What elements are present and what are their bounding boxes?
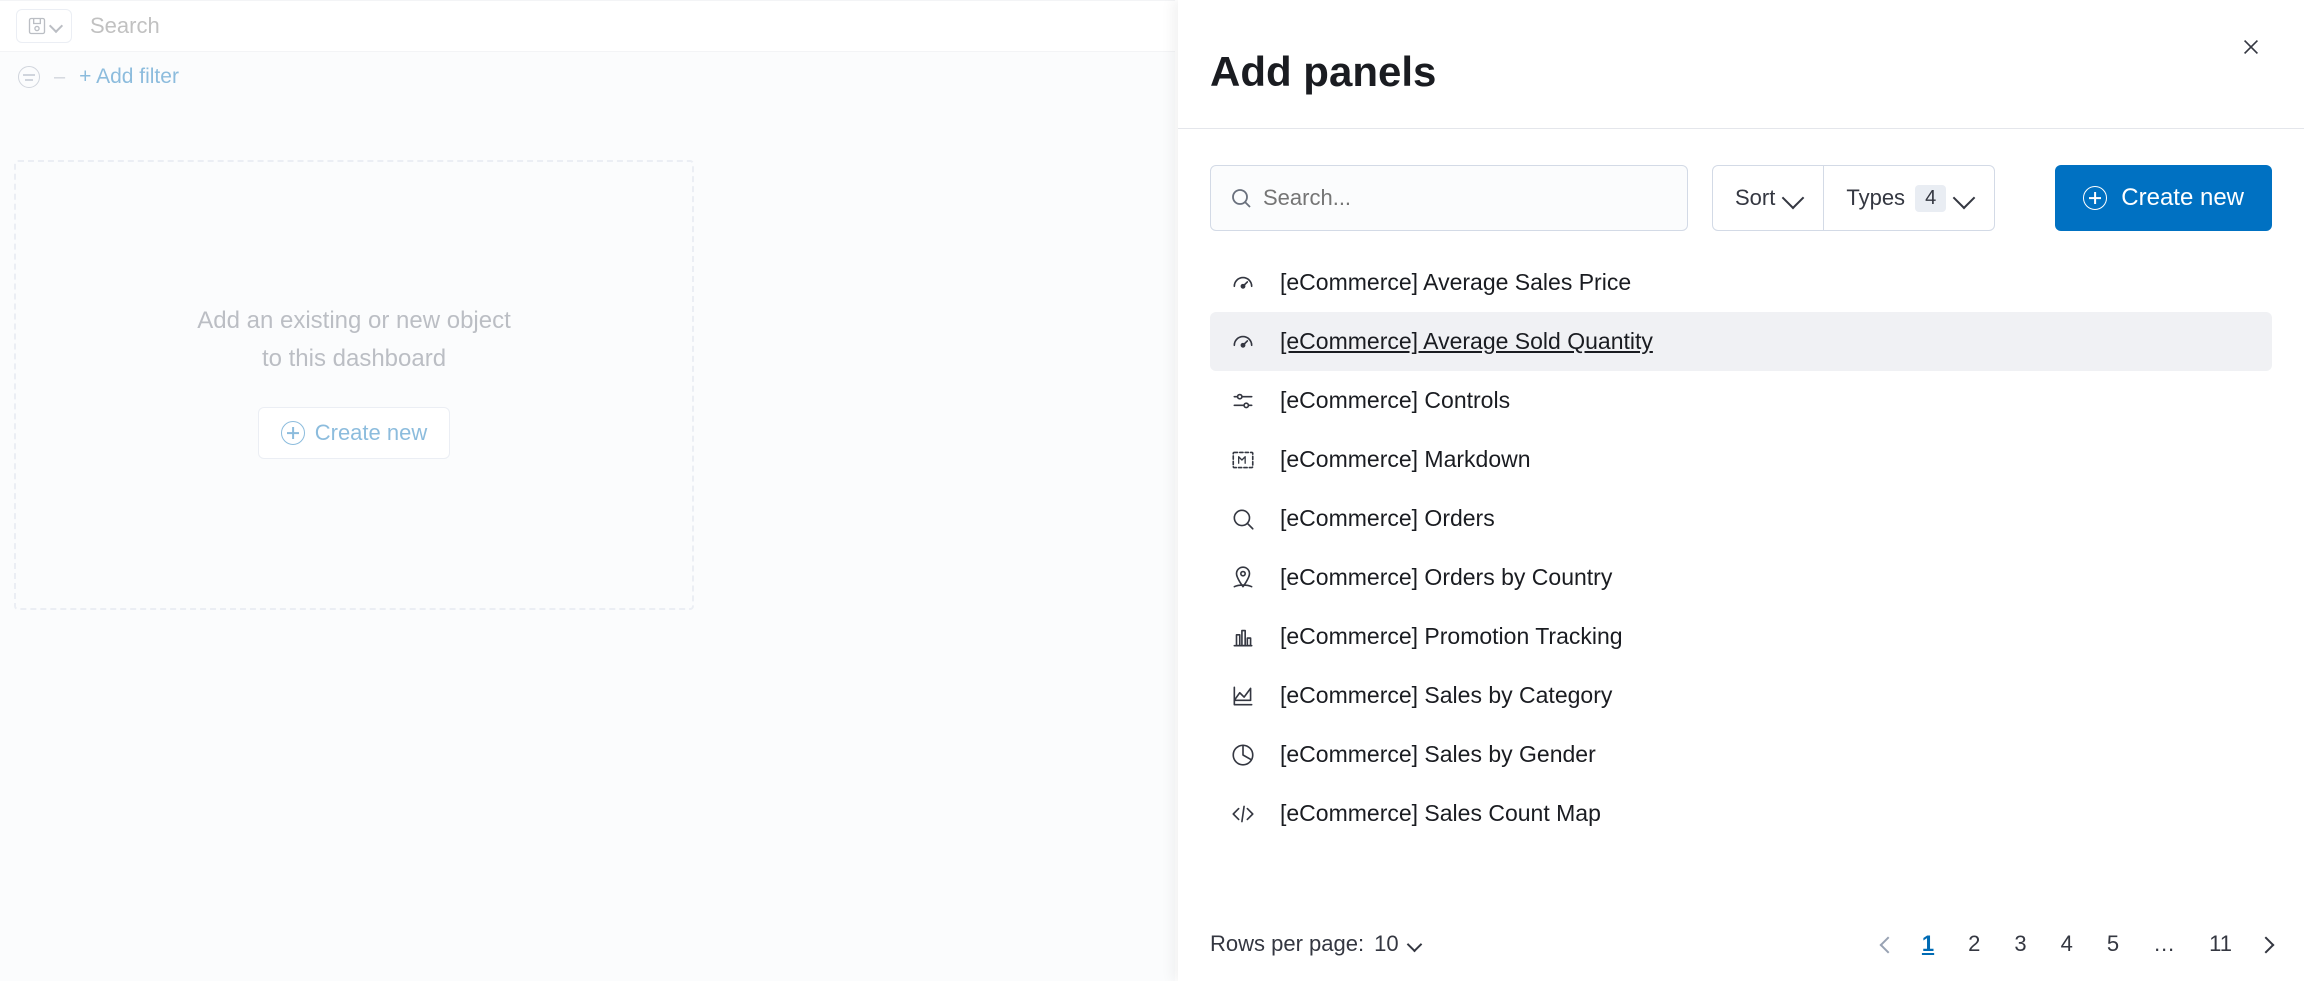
- panel-list-item[interactable]: [eCommerce] Sales by Gender: [1210, 725, 2272, 784]
- panel-list-item[interactable]: [eCommerce] Orders by Country: [1210, 548, 2272, 607]
- panel-list-item-label: [eCommerce] Sales by Category: [1280, 682, 1612, 709]
- plus-circle-icon: [2083, 186, 2107, 210]
- panel-list-item-label: [eCommerce] Average Sales Price: [1280, 269, 1631, 296]
- panel-list-item-label: [eCommerce] Orders: [1280, 505, 1495, 532]
- flyout-title: Add panels: [1210, 48, 1436, 96]
- rows-per-page-selector[interactable]: Rows per page: 10: [1210, 931, 1420, 957]
- filter-dropdown-group: Sort Types 4: [1712, 165, 1995, 231]
- panel-search-input[interactable]: [1263, 185, 1669, 211]
- code-icon: [1228, 801, 1258, 827]
- panel-list-item-label: [eCommerce] Controls: [1280, 387, 1510, 414]
- gauge-icon: [1228, 329, 1258, 355]
- types-dropdown[interactable]: Types 4: [1823, 166, 1994, 230]
- create-new-button[interactable]: Create new: [2055, 165, 2272, 231]
- pager-page[interactable]: 3: [2008, 927, 2032, 961]
- panel-list-item[interactable]: [eCommerce] Sales by Category: [1210, 666, 2272, 725]
- pagination: 12345 … 11: [1882, 927, 2272, 961]
- panel-list-item[interactable]: [eCommerce] Orders: [1210, 489, 2272, 548]
- panel-list-item[interactable]: [eCommerce] Controls: [1210, 371, 2272, 430]
- panel-list: [eCommerce] Average Sales Price [eCommerc…: [1210, 253, 2272, 843]
- types-count-badge: 4: [1915, 185, 1946, 212]
- pager-ellipsis: …: [2147, 927, 2181, 961]
- panel-list-item[interactable]: [eCommerce] Markdown: [1210, 430, 2272, 489]
- map-pin-icon: [1228, 565, 1258, 591]
- panel-list-item-label: [eCommerce] Markdown: [1280, 446, 1531, 473]
- panel-search-box[interactable]: [1210, 165, 1688, 231]
- add-panels-flyout: Add panels Sort Types 4 Create: [1178, 0, 2304, 981]
- pager-page[interactable]: 4: [2055, 927, 2079, 961]
- panel-list-item[interactable]: [eCommerce] Average Sold Quantity: [1210, 312, 2272, 371]
- panel-list-item-label: [eCommerce] Orders by Country: [1280, 564, 1612, 591]
- sort-dropdown[interactable]: Sort: [1713, 166, 1823, 230]
- close-flyout-button[interactable]: [2234, 30, 2268, 64]
- pie-icon: [1228, 742, 1258, 768]
- chevron-down-icon: [1406, 936, 1422, 952]
- sliders-icon: [1228, 388, 1258, 414]
- pager-prev[interactable]: [1882, 931, 1894, 957]
- panel-list-item-label: [eCommerce] Promotion Tracking: [1280, 623, 1623, 650]
- pager-next[interactable]: [2260, 931, 2272, 957]
- panel-list-item[interactable]: [eCommerce] Promotion Tracking: [1210, 607, 2272, 666]
- panel-list-item-label: [eCommerce] Sales Count Map: [1280, 800, 1601, 827]
- pager-page[interactable]: 1: [1916, 927, 1940, 961]
- search-icon: [1228, 506, 1258, 532]
- panel-list-item-label: [eCommerce] Sales by Gender: [1280, 741, 1596, 768]
- chevron-down-icon: [1782, 187, 1805, 210]
- panel-list-item-label: [eCommerce] Average Sold Quantity: [1280, 328, 1653, 355]
- gauge-icon: [1228, 270, 1258, 296]
- markdown-icon: [1228, 447, 1258, 473]
- panel-list-item[interactable]: [eCommerce] Sales Count Map: [1210, 784, 2272, 843]
- backdrop-dim: [0, 0, 1175, 981]
- pager-page[interactable]: 5: [2101, 927, 2125, 961]
- pager-page[interactable]: 2: [1962, 927, 1986, 961]
- barchart-icon: [1228, 624, 1258, 650]
- area-icon: [1228, 683, 1258, 709]
- search-icon: [1229, 186, 1253, 210]
- chevron-down-icon: [1953, 187, 1976, 210]
- pager-page[interactable]: 11: [2203, 927, 2238, 961]
- panel-list-item[interactable]: [eCommerce] Average Sales Price: [1210, 253, 2272, 312]
